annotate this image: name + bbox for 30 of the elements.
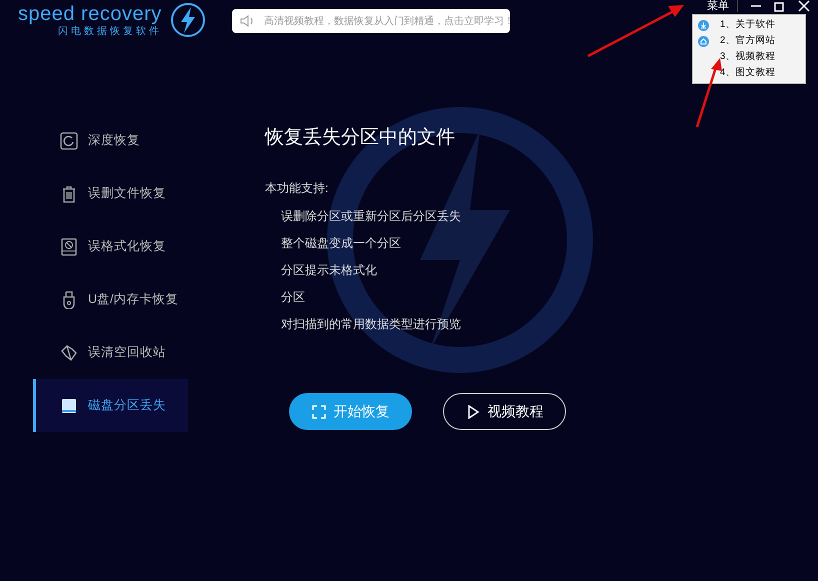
feature-text: 对扫描到的常用数据类型进行预览 xyxy=(280,316,461,330)
menu-button[interactable]: 菜单 xyxy=(707,0,738,12)
sidebar-item[interactable]: 误删文件恢复 xyxy=(33,167,188,220)
menu-item[interactable]: 1、关于软件 xyxy=(693,17,805,33)
sidebar-item[interactable]: 磁盘分区丢失 xyxy=(33,379,188,432)
video-tutorial-button[interactable]: 视频教程 xyxy=(443,393,566,430)
feature-text: 误删除分区或重新分区后分区丢失 xyxy=(280,208,461,222)
feature-text: 整个磁盘变成一个分区 xyxy=(280,236,402,250)
play-icon xyxy=(466,404,480,418)
intro-text: 本功能支持: xyxy=(265,180,330,194)
scan-icon xyxy=(312,404,326,418)
feature-text: 分区 xyxy=(280,290,306,304)
home-icon xyxy=(698,36,709,46)
feature-text: 分区提示未格式化 xyxy=(280,262,378,276)
sidebar-item[interactable]: 误清空回收站 xyxy=(33,326,188,379)
sidebar-item[interactable]: 深度恢复 xyxy=(33,114,188,167)
content-title: 恢复丢失分区中的文件 xyxy=(265,126,456,150)
eraser-icon xyxy=(60,344,78,362)
sidebar-item[interactable]: U盘/内存卡恢复 xyxy=(33,273,188,326)
logo-text: speed recovery xyxy=(18,2,162,26)
menu-item[interactable]: 3、视频教程 xyxy=(693,49,805,65)
maximize-icon xyxy=(774,0,786,12)
download-icon xyxy=(698,20,709,30)
trash-icon xyxy=(60,184,78,202)
menu-item[interactable]: 2、官方网站 xyxy=(693,33,805,49)
close-icon xyxy=(798,0,810,12)
logo-subtitle: 闪电数据恢复软件 xyxy=(58,26,162,38)
menu-item[interactable]: 4、图文教程 xyxy=(693,65,805,81)
sidebar-item[interactable]: 误格式化恢复 xyxy=(33,220,188,273)
lightning-logo-icon xyxy=(170,2,206,38)
